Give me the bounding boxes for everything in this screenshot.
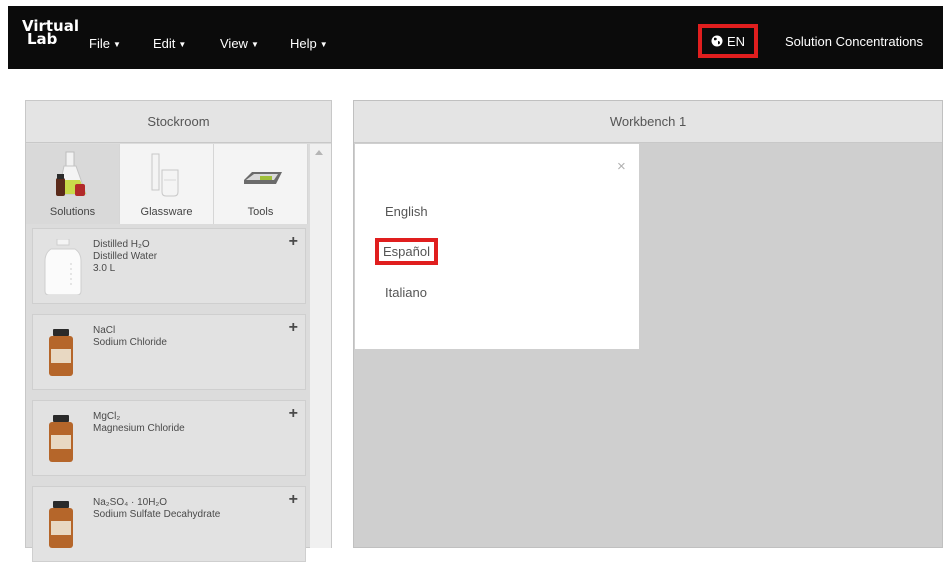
tab-solutions[interactable]: Solutions — [26, 144, 120, 224]
item-name: Distilled Water — [93, 251, 158, 262]
list-item[interactable]: MgCl₂ Magnesium Chloride + — [32, 400, 306, 476]
tab-tools-label: Tools — [247, 206, 274, 218]
top-navbar: Virtual Lab File ▼ Edit ▼ View ▼ Help ▼ EN S… — [0, 0, 943, 80]
tab-solutions-label: Solutions — [49, 206, 96, 218]
tab-glassware[interactable]: Glassware — [120, 144, 214, 224]
reagent-bottle-icon — [49, 415, 73, 462]
item-amount: 3.0 L — [93, 263, 116, 274]
help-menu[interactable]: Help ▼ — [290, 36, 328, 51]
stockroom-scrollbar[interactable] — [310, 144, 331, 548]
stockroom-list: Distilled H₂O Distilled Water 3.0 L + Na… — [32, 228, 306, 572]
tab-glassware-label: Glassware — [140, 206, 193, 218]
stockroom-title: Stockroom — [26, 101, 331, 143]
globe-icon — [711, 35, 723, 47]
virtual-lab-logo[interactable]: Virtual Lab — [22, 19, 80, 56]
water-jug-icon — [44, 239, 82, 295]
list-item[interactable]: Na₂SO₄ · 10H₂O Sodium Sulfate Decahydrat… — [32, 486, 306, 562]
stockroom-tabs: Solutions Glassware Tools — [26, 144, 308, 224]
reagent-bottle-icon — [49, 501, 73, 548]
chevron-down-icon: ▼ — [319, 40, 328, 50]
help-menu-label: Help — [290, 36, 317, 51]
item-text: Distilled H₂O Distilled Water 3.0 L — [93, 239, 157, 275]
item-formula: Distilled H₂O — [93, 239, 150, 250]
add-item-button[interactable]: + — [289, 233, 298, 251]
item-name: Sodium Sulfate Decahydrate — [93, 509, 221, 520]
language-option-english[interactable]: English — [385, 204, 428, 219]
scroll-up-icon[interactable] — [315, 150, 323, 155]
chevron-down-icon: ▼ — [112, 40, 121, 50]
tab-tools[interactable]: Tools — [214, 144, 308, 224]
item-formula: MgCl₂ — [93, 411, 121, 422]
scale-icon — [244, 172, 282, 184]
edit-menu[interactable]: Edit ▼ — [153, 36, 186, 51]
close-icon[interactable]: × — [617, 158, 626, 175]
view-menu-label: View — [220, 36, 248, 51]
item-name: Magnesium Chloride — [93, 423, 185, 434]
add-item-button[interactable]: + — [289, 405, 298, 423]
edit-menu-label: Edit — [153, 36, 176, 51]
solutions-icon — [56, 151, 87, 196]
language-button[interactable]: EN — [698, 24, 758, 58]
item-text: MgCl₂ Magnesium Chloride — [93, 411, 185, 435]
language-option-espanol[interactable]: Español — [375, 238, 438, 265]
workbench-panel: Workbench 1 × English Español Italiano — [353, 100, 943, 548]
language-option-italiano[interactable]: Italiano — [385, 285, 427, 300]
chevron-down-icon: ▼ — [250, 40, 259, 50]
reagent-bottle-icon — [49, 329, 73, 376]
language-button-label: EN — [726, 33, 746, 49]
item-formula: NaCl — [93, 325, 116, 336]
file-menu[interactable]: File ▼ — [89, 36, 121, 51]
add-item-button[interactable]: + — [289, 319, 298, 337]
glassware-icon — [151, 153, 179, 197]
app-title: Solution Concentrations — [785, 34, 924, 49]
item-text: NaCl Sodium Chloride — [93, 325, 167, 349]
navbar-bar: Virtual Lab File ▼ Edit ▼ View ▼ Help ▼ EN S… — [8, 6, 943, 69]
workbench-title: Workbench 1 — [354, 101, 942, 143]
file-menu-label: File — [89, 36, 110, 51]
item-name: Sodium Chloride — [93, 337, 167, 348]
item-formula: Na₂SO₄ · 10H₂O — [93, 497, 168, 508]
list-item[interactable]: Distilled H₂O Distilled Water 3.0 L + — [32, 228, 306, 304]
item-text: Na₂SO₄ · 10H₂O Sodium Sulfate Decahydrat… — [93, 497, 220, 521]
list-item[interactable]: NaCl Sodium Chloride + — [32, 314, 306, 390]
view-menu[interactable]: View ▼ — [220, 36, 259, 51]
language-menu: × English Español Italiano — [355, 144, 639, 349]
stockroom-panel: Stockroom Solutions Glassware Tools Dist… — [25, 100, 332, 562]
add-item-button[interactable]: + — [289, 491, 298, 509]
chevron-down-icon: ▼ — [178, 40, 187, 50]
